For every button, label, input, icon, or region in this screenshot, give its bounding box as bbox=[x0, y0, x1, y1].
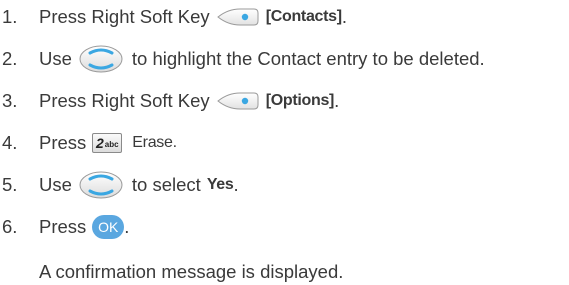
confirmation-note: A confirmation message is displayed. bbox=[39, 261, 344, 282]
key-digit: 2 bbox=[96, 135, 104, 151]
step-text: Press bbox=[39, 132, 87, 153]
key-letters: abc bbox=[104, 140, 119, 149]
step-period: . bbox=[233, 174, 239, 195]
step-option-label: Yes bbox=[206, 176, 234, 193]
step-4: 4. Press 2 abc Erase. bbox=[0, 128, 177, 158]
ok-button-icon: OK bbox=[92, 215, 125, 239]
step-number: 3. bbox=[2, 90, 18, 111]
step-1: 1. Press Right Soft Key [Contacts] . bbox=[0, 2, 347, 32]
step-5: 5. Use to select Yes . bbox=[0, 170, 239, 200]
step-3: 3. Press Right Soft Key [Options] . bbox=[0, 86, 339, 116]
2abc-key-icon: 2 abc bbox=[92, 133, 123, 153]
step-period: . bbox=[124, 216, 130, 237]
step-key-label: [Options] bbox=[265, 92, 335, 109]
navigation-key-icon bbox=[79, 45, 123, 73]
step-key-label: [Contacts] bbox=[265, 8, 342, 25]
step-text: Press bbox=[39, 216, 87, 237]
step-text: Use bbox=[39, 174, 72, 195]
navigation-key-icon bbox=[79, 171, 123, 199]
step-number: 2. bbox=[2, 48, 18, 69]
step-text: Use bbox=[39, 48, 72, 69]
right-soft-key-icon bbox=[216, 92, 259, 110]
step-number: 1. bbox=[2, 6, 18, 27]
right-soft-key-icon bbox=[216, 8, 259, 26]
step-text: to select bbox=[131, 174, 201, 195]
step-6: 6. Press OK . bbox=[0, 212, 129, 242]
step-2: 2. Use to highlight the Contact entry to… bbox=[0, 44, 485, 74]
step-period: . bbox=[334, 90, 340, 111]
step-text: Press Right Soft Key bbox=[39, 90, 210, 111]
step-number: 5. bbox=[2, 174, 18, 195]
step-text: Press Right Soft Key bbox=[39, 6, 210, 27]
step-period: . bbox=[341, 6, 347, 27]
step-action-label: Erase. bbox=[132, 134, 177, 151]
step-number: 4. bbox=[2, 132, 18, 153]
step-text: to highlight the Contact entry to be del… bbox=[131, 48, 485, 69]
step-number: 6. bbox=[2, 216, 18, 237]
